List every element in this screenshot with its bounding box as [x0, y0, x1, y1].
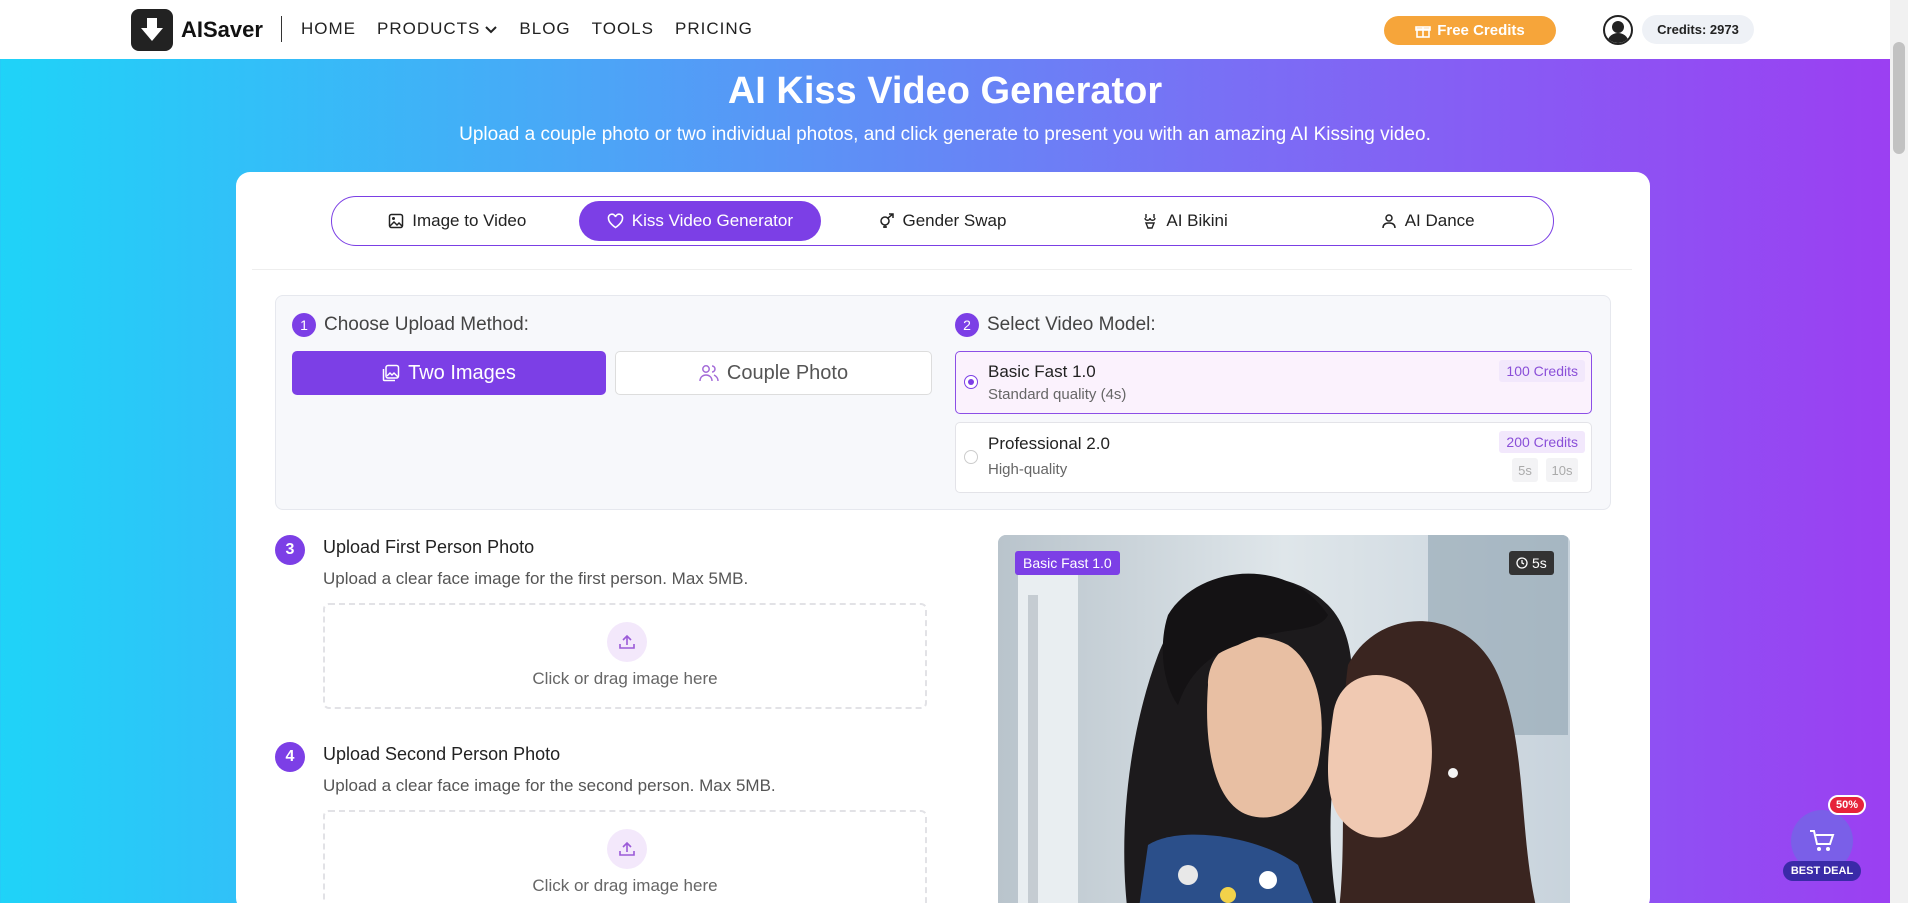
menu-products[interactable]: PRODUCTS — [377, 19, 498, 39]
tab-image-to-video[interactable]: Image to Video — [336, 201, 579, 241]
tab-ai-bikini[interactable]: AI Bikini — [1064, 201, 1307, 241]
duration-5s-option[interactable]: 5s — [1512, 458, 1538, 482]
step-4-number: 4 — [275, 742, 305, 772]
page-subtitle: Upload a couple photo or two individual … — [459, 124, 1431, 145]
model-radio[interactable] — [964, 375, 978, 389]
upload-first-title: Upload First Person Photo — [323, 537, 535, 557]
model-radio[interactable] — [964, 450, 978, 464]
upload-icon — [607, 622, 647, 662]
page-title: AI Kiss Video Generator — [727, 70, 1163, 112]
preview-video[interactable] — [998, 535, 1570, 903]
gender-icon — [879, 213, 894, 228]
gift-icon — [1415, 25, 1432, 38]
model-name: Professional 2.0 — [988, 434, 1110, 453]
dropzone-text: Click or drag image here — [532, 876, 718, 895]
heart-icon — [607, 213, 624, 229]
tab-kiss-video-generator[interactable]: Kiss Video Generator — [578, 201, 822, 241]
upload-second-dropzone[interactable]: Click or drag image here — [323, 810, 927, 903]
tab-label: Kiss Video Generator — [631, 211, 794, 230]
tool-tabs: Image to Video Kiss Video Generator Gend… — [331, 196, 1554, 246]
two-images-button[interactable]: Two Images — [292, 351, 606, 395]
brand-logo[interactable]: AISaver — [131, 9, 263, 51]
dropzone-text: Click or drag image here — [532, 669, 718, 688]
tab-label: Gender Swap — [902, 211, 1007, 230]
tab-label: AI Dance — [1404, 211, 1475, 230]
menu-home[interactable]: HOME — [301, 19, 356, 39]
step-title: Choose Upload Method: — [324, 314, 529, 335]
step-number: 1 — [292, 313, 316, 337]
shopping-cart-icon — [1810, 830, 1835, 851]
main-menu: HOME PRODUCTS BLOG TOOLS PRICING — [301, 19, 774, 39]
duration-10s-option[interactable]: 10s — [1546, 458, 1578, 482]
discount-badge: 50% — [1828, 795, 1866, 815]
preview-model-badge: Basic Fast 1.0 — [1015, 551, 1120, 575]
couple-photo-label: Couple Photo — [726, 361, 849, 384]
clock-icon — [1516, 557, 1528, 569]
free-credits-label: Free Credits — [1437, 22, 1525, 39]
upload-first-dropzone[interactable]: Click or drag image here — [323, 603, 927, 709]
user-avatar[interactable] — [1603, 15, 1633, 45]
person-icon — [1381, 214, 1396, 229]
upload-icon — [607, 829, 647, 869]
menu-blog[interactable]: BLOG — [519, 19, 570, 39]
nav-divider — [281, 16, 282, 42]
model-credits-badge: 200 Credits — [1499, 431, 1585, 453]
best-deal-label: BEST DEAL — [1783, 861, 1861, 881]
menu-tools[interactable]: TOOLS — [592, 19, 654, 39]
download-logo-icon — [131, 9, 173, 51]
images-icon — [382, 364, 400, 382]
model-option-professional[interactable]: Professional 2.0 High-quality 200 Credit… — [955, 422, 1592, 493]
model-option-basic[interactable]: Basic Fast 1.0 Standard quality (4s) 100… — [955, 351, 1592, 414]
step-title: Select Video Model: — [987, 314, 1156, 335]
upload-first-description: Upload a clear face image for the first … — [323, 569, 749, 588]
image-icon — [389, 213, 404, 229]
model-description: Standard quality (4s) — [988, 386, 1127, 403]
video-model-heading: 2 Select Video Model: — [955, 313, 1156, 337]
couple-kiss-image — [998, 535, 1570, 903]
step-number: 2 — [955, 313, 979, 337]
menu-pricing[interactable]: PRICING — [675, 19, 753, 39]
upload-method-heading: 1 Choose Upload Method: — [292, 313, 529, 337]
tab-gender-swap[interactable]: Gender Swap — [821, 201, 1064, 241]
model-description: High-quality — [988, 461, 1068, 478]
users-icon — [699, 365, 719, 382]
top-navbar: AISaver HOME PRODUCTS BLOG TOOLS PRICING… — [0, 0, 1890, 59]
tab-ai-dance[interactable]: AI Dance — [1306, 201, 1549, 241]
credits-balance: Credits: 2973 — [1642, 15, 1754, 44]
menu-products-label: PRODUCTS — [377, 19, 481, 38]
preview-duration-badge: 5s — [1509, 551, 1554, 575]
bikini-icon — [1144, 214, 1157, 229]
couple-photo-button[interactable]: Couple Photo — [615, 351, 932, 395]
tab-label: Image to Video — [412, 211, 527, 230]
model-name: Basic Fast 1.0 — [988, 362, 1096, 381]
tab-label: AI Bikini — [1166, 211, 1228, 230]
scrollbar-thumb[interactable] — [1893, 42, 1905, 154]
step-3-number: 3 — [275, 535, 305, 565]
upload-second-description: Upload a clear face image for the second… — [323, 776, 776, 795]
free-credits-button[interactable]: Free Credits — [1384, 16, 1556, 45]
duration-text: 5s — [1532, 555, 1547, 571]
model-credits-badge: 100 Credits — [1499, 360, 1585, 382]
upload-second-title: Upload Second Person Photo — [323, 744, 561, 764]
two-images-label: Two Images — [408, 361, 516, 384]
chevron-down-icon — [485, 26, 498, 34]
brand-name: AISaver — [181, 17, 263, 42]
tabs-divider — [252, 269, 1632, 270]
